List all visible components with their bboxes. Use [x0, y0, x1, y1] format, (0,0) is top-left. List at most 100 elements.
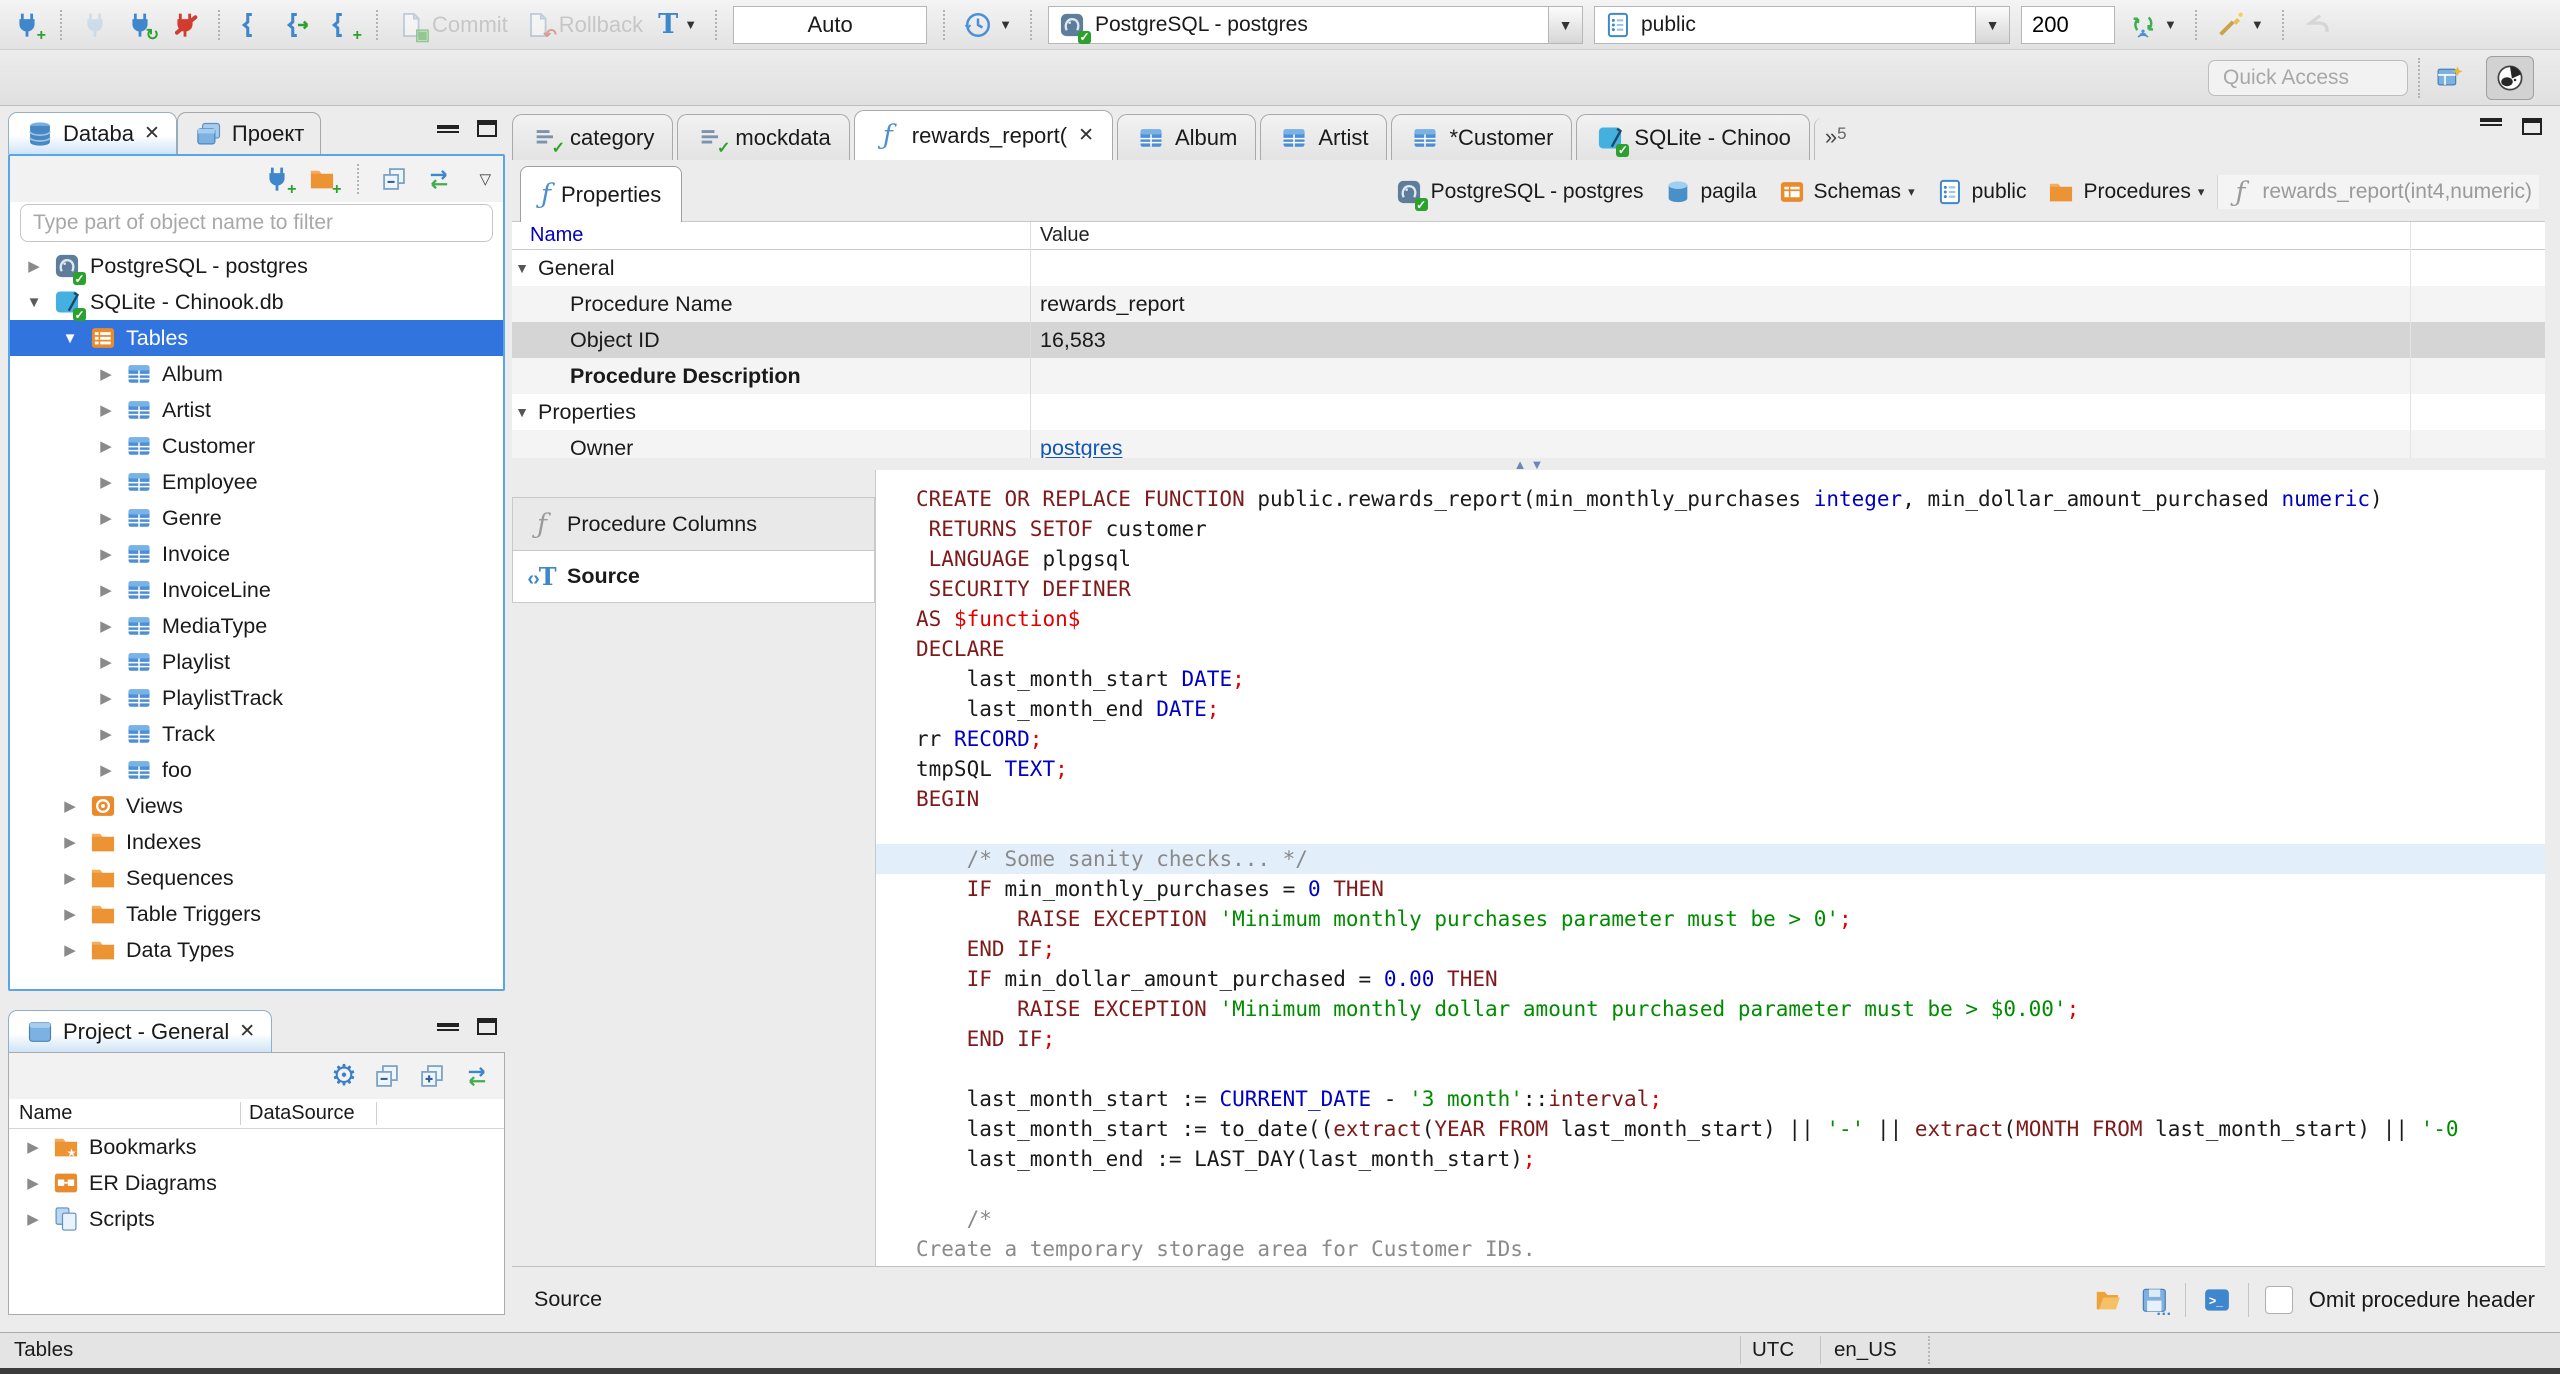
breadcrumb-item-pagila[interactable]: pagila [1656, 175, 1763, 209]
tree-item-table-triggers[interactable]: ▶ Table Triggers [10, 896, 503, 932]
breadcrumb-item-schemas[interactable]: Schemas ▾ [1770, 175, 1922, 209]
editor-tab-rewards-report[interactable]: ƒ rewards_report(✕ [853, 110, 1113, 160]
maximize-icon[interactable] [477, 1018, 497, 1035]
omit-procedure-header-checkbox[interactable] [2264, 1285, 2293, 1314]
sash-down-icon[interactable]: ▼ [1531, 458, 1544, 471]
save-file-icon[interactable]: … [2139, 1285, 2172, 1318]
chevron-collapsed-icon[interactable]: ▶ [96, 761, 116, 779]
editor-tab-album[interactable]: Album [1116, 114, 1257, 160]
expand-all-icon[interactable] [417, 1061, 447, 1091]
chevron-expanded-icon[interactable]: ▼ [24, 294, 44, 311]
chevron-collapsed-icon[interactable]: ▶ [96, 653, 116, 671]
chevron-collapsed-icon[interactable]: ▶ [60, 869, 80, 887]
gear-icon[interactable]: ⚙ [331, 1061, 357, 1091]
dbeaver-perspective-button[interactable] [2486, 56, 2534, 100]
tree-item-playlisttrack[interactable]: ▶ PlaylistTrack [10, 680, 503, 716]
link-with-editor-icon[interactable] [462, 1061, 492, 1091]
connection-combo-dropdown[interactable]: ▼ [1548, 6, 1582, 43]
commit-mode-select[interactable]: Auto [733, 5, 928, 44]
chevron-collapsed-icon[interactable]: ▶ [60, 905, 80, 923]
tree-item-indexes[interactable]: ▶ Indexes [10, 824, 503, 860]
property-row-procedure-description[interactable]: Procedure Description [512, 358, 2545, 394]
editor-tab-sqlite-chinoo[interactable]: ✓ SQLite - Chinoo [1576, 114, 1810, 160]
chevron-collapsed-icon[interactable]: ▶ [96, 689, 116, 707]
open-perspective-button[interactable] [2426, 56, 2474, 100]
breadcrumb-item-postgresql-postgres[interactable]: ✓ PostgreSQL - postgres [1387, 175, 1651, 211]
tab-overflow-button[interactable]: » 5 [1813, 118, 1857, 160]
schema-combo[interactable]: public ▼ [1594, 5, 2010, 44]
property-row-object-id[interactable]: Object ID 16,583 [512, 322, 2545, 358]
breadcrumb-item-procedures[interactable]: Procedures ▾ [2039, 175, 2211, 209]
tree-item-genre[interactable]: ▶ Genre [10, 500, 503, 536]
column-header-value[interactable]: Value [1030, 224, 1090, 247]
chevron-expanded-icon[interactable]: ▼ [60, 330, 80, 347]
property-row-properties[interactable]: ▼ Properties [512, 394, 2545, 430]
open-file-icon[interactable] [2093, 1285, 2123, 1315]
reconnect-button[interactable]: ↻ [123, 5, 159, 45]
project-item-scripts[interactable]: ▶ Scripts [9, 1201, 504, 1237]
chevron-collapsed-icon[interactable]: ▶ [24, 257, 44, 275]
property-row-procedure-name[interactable]: Procedure Name rewards_report [512, 286, 2545, 322]
tree-item-data-types[interactable]: ▶ Data Types [10, 932, 503, 968]
chevron-expanded-icon[interactable]: ▼ [512, 404, 532, 420]
collapse-all-icon[interactable] [372, 1061, 402, 1091]
chevron-collapsed-icon[interactable]: ▶ [23, 1138, 43, 1156]
view-menu-icon[interactable]: ▽ [479, 170, 491, 188]
breadcrumb-item-rewards-report-int4-numeric[interactable]: ƒ rewards_report(int4,numeric) [2217, 175, 2539, 209]
editor-tab-mockdata[interactable]: ✓ mockdata [677, 114, 850, 160]
chevron-collapsed-icon[interactable]: ▶ [96, 509, 116, 527]
chevron-collapsed-icon[interactable]: ▶ [96, 401, 116, 419]
source-code-editor[interactable]: CREATE OR REPLACE FUNCTION public.reward… [875, 470, 2545, 1266]
chevron-collapsed-icon[interactable]: ▶ [96, 725, 116, 743]
subtab-source[interactable]: ‹›T Source [512, 550, 875, 603]
tab-properties[interactable]: ƒ Properties [520, 166, 683, 222]
schema-combo-dropdown[interactable]: ▼ [1975, 6, 2009, 43]
editor-tab-customer[interactable]: *Customer [1391, 114, 1573, 160]
disconnect-button[interactable] [168, 5, 202, 45]
connect-button[interactable] [78, 5, 112, 45]
new-sql-editor-button[interactable]: + [326, 5, 362, 45]
tree-item-customer[interactable]: ▶ Customer [10, 428, 503, 464]
chevron-down-icon[interactable]: ▾ [1908, 184, 1915, 200]
property-value-link[interactable]: postgres [1040, 436, 1122, 459]
chevron-collapsed-icon[interactable]: ▶ [60, 833, 80, 851]
tree-item-track[interactable]: ▶ Track [10, 716, 503, 752]
chevron-collapsed-icon[interactable]: ▶ [96, 617, 116, 635]
chevron-collapsed-icon[interactable]: ▶ [96, 581, 116, 599]
chevron-collapsed-icon[interactable]: ▶ [23, 1210, 43, 1228]
editor-tab-artist[interactable]: Artist [1260, 114, 1388, 160]
link-with-editor-icon[interactable] [424, 164, 454, 194]
chevron-collapsed-icon[interactable]: ▶ [96, 473, 116, 491]
close-icon[interactable]: ✕ [144, 122, 160, 145]
status-locale[interactable]: en_US [1834, 1338, 1897, 1362]
breadcrumb-item-public[interactable]: public [1928, 175, 2034, 209]
chevron-collapsed-icon[interactable]: ▶ [96, 437, 116, 455]
column-header-name[interactable]: Name [512, 224, 1030, 247]
console-icon[interactable]: >_ [2202, 1285, 2232, 1315]
tree-item-views[interactable]: ▶ Views [10, 788, 503, 824]
minimize-icon[interactable] [437, 124, 459, 133]
chevron-down-icon[interactable]: ▾ [2198, 184, 2205, 200]
undo-button[interactable] [2300, 5, 2334, 45]
tab-проект[interactable]: Проект [176, 112, 322, 154]
chevron-collapsed-icon[interactable]: ▶ [23, 1174, 43, 1192]
tree-item-invoice[interactable]: ▶ Invoice [10, 536, 503, 572]
tree-item-mediatype[interactable]: ▶ MediaType [10, 608, 503, 644]
connection-combo[interactable]: ✓ PostgreSQL - postgres ▼ [1048, 5, 1583, 44]
fetch-size-input[interactable] [2021, 5, 2115, 44]
tab-databa[interactable]: Databa ✕ [8, 112, 177, 154]
tree-item-employee[interactable]: ▶ Employee [10, 464, 503, 500]
tree-item-artist[interactable]: ▶ Artist [10, 392, 503, 428]
tree-item-sequences[interactable]: ▶ Sequences [10, 860, 503, 896]
transaction-mode-button[interactable]: T ▼ [656, 5, 699, 45]
object-filter-input[interactable] [20, 204, 493, 242]
property-row-general[interactable]: ▼ General [512, 250, 2545, 286]
open-sql-editor-button[interactable] [281, 5, 315, 45]
commit-button[interactable]: ▣ Commit [394, 5, 510, 45]
wand-tools-button[interactable]: ▼ [2213, 5, 2266, 45]
status-timezone[interactable]: UTC [1752, 1338, 1794, 1362]
tab-project-general[interactable]: Project - General ✕ [8, 1010, 273, 1052]
tree-item-foo[interactable]: ▶ foo [10, 752, 503, 788]
sash-up-icon[interactable]: ▲ [1514, 458, 1527, 471]
tree-item-album[interactable]: ▶ Album [10, 356, 503, 392]
